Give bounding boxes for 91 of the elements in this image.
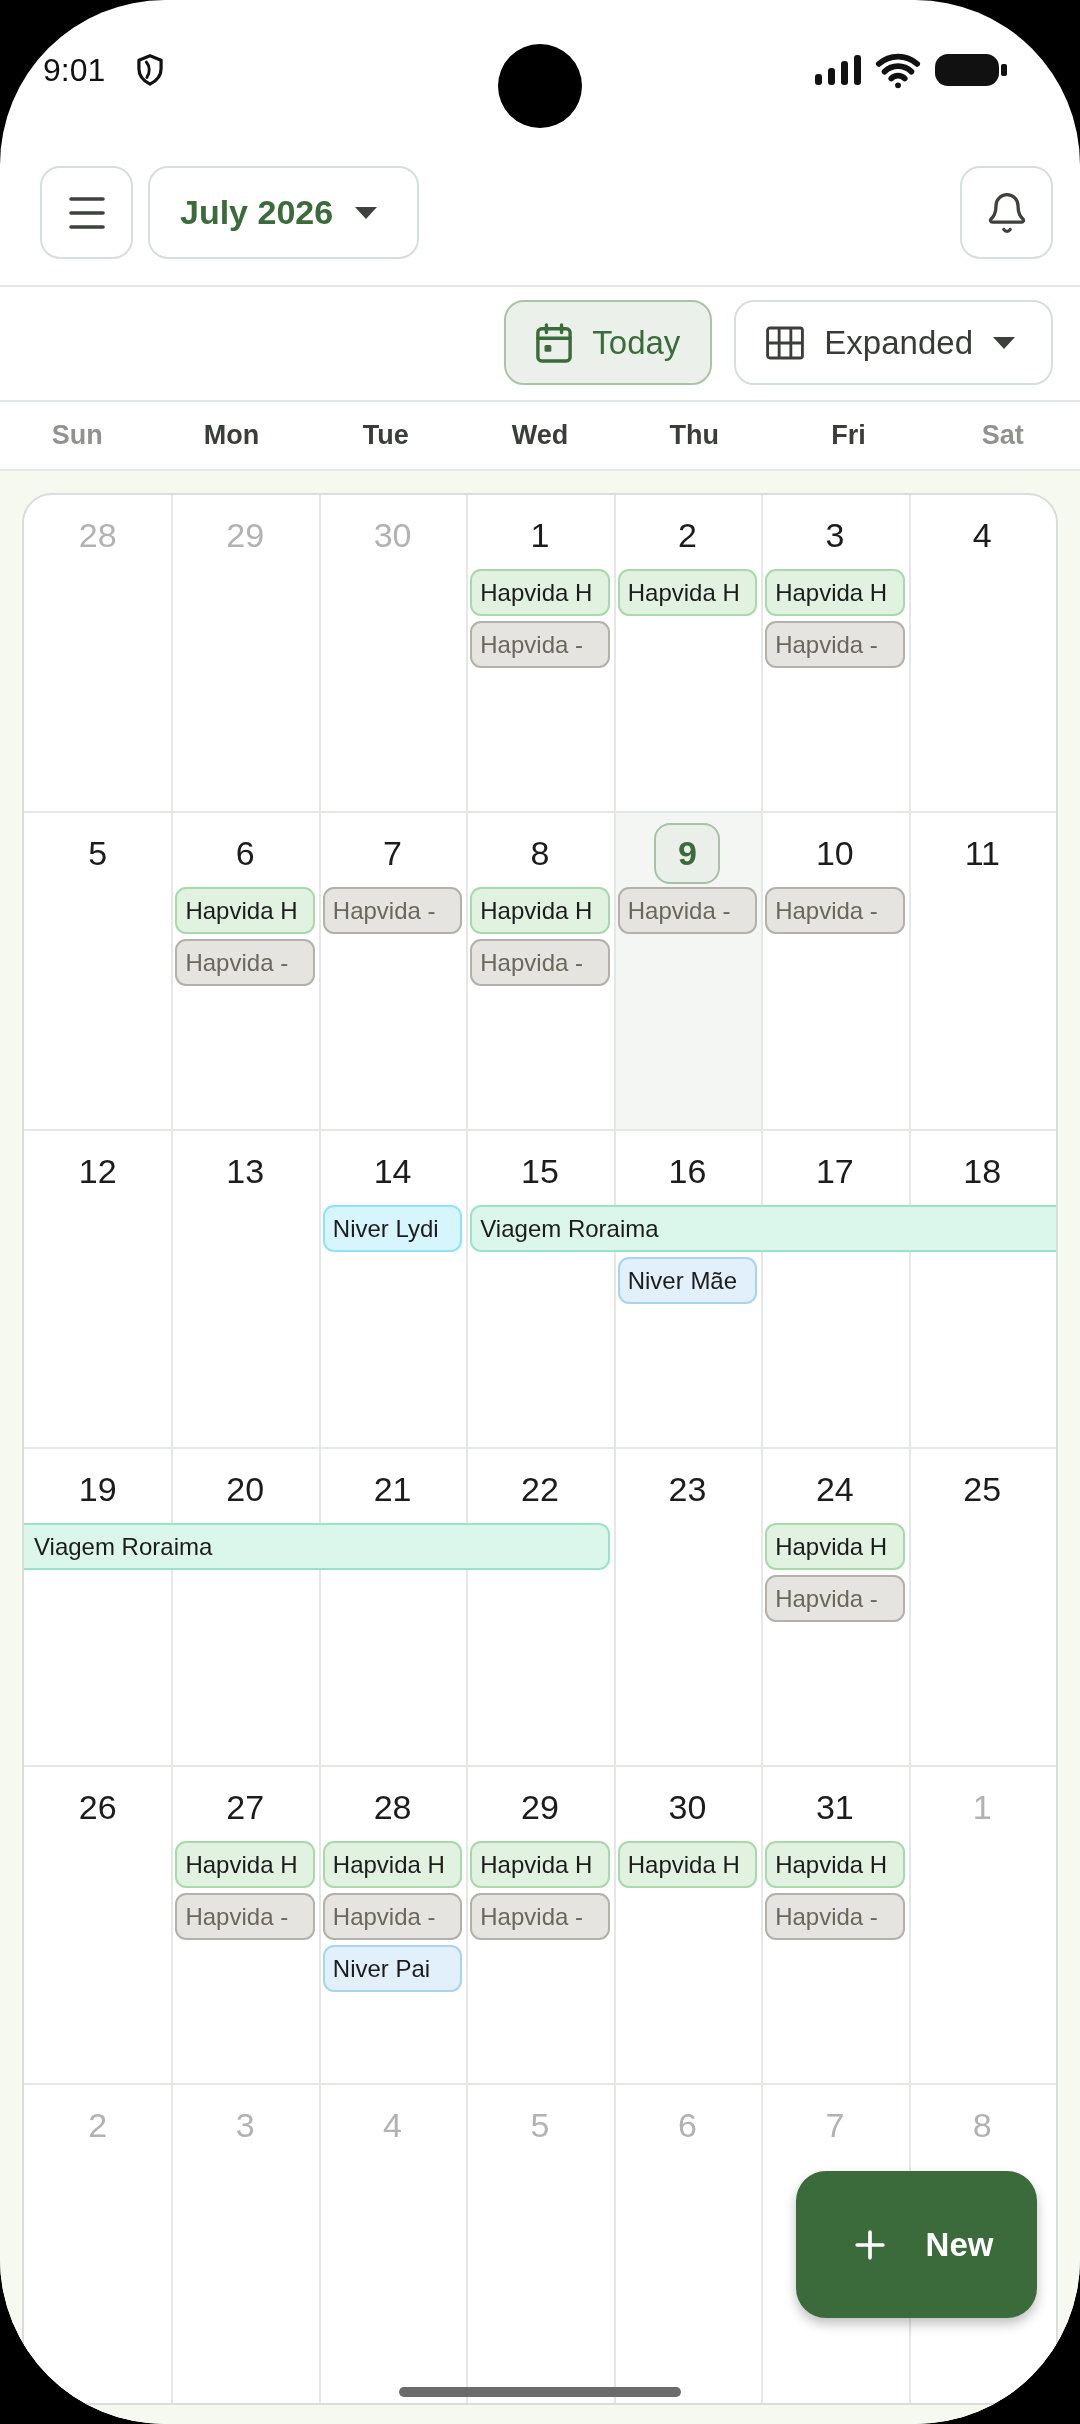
caret-icon <box>993 336 1015 349</box>
weekday-label: Thu <box>669 420 719 451</box>
caret-icon <box>355 206 378 219</box>
day-number: 2 <box>88 2106 108 2145</box>
event-chip[interactable]: Niver Mãe <box>617 1257 758 1304</box>
event-chip[interactable]: Hapvida H <box>470 569 610 616</box>
event-chip[interactable]: Hapvida - <box>765 1893 905 1940</box>
event-chip[interactable]: Niver Lydi <box>322 1205 463 1252</box>
event-chip[interactable]: Hapvida - <box>765 621 905 668</box>
weekday-label: Fri <box>831 420 866 451</box>
day-number: 11 <box>964 834 1000 873</box>
day-number: 6 <box>677 2106 697 2145</box>
day-number: 4 <box>972 516 992 555</box>
day-number: 3 <box>825 516 845 555</box>
day-number: 1 <box>972 1788 992 1827</box>
day-number: 10 <box>815 834 854 873</box>
signal-icon <box>815 55 861 85</box>
day-number: 12 <box>78 1152 117 1191</box>
day-number: 2 <box>677 516 697 555</box>
event-chip[interactable]: Hapvida H <box>322 1841 463 1888</box>
day-number: 23 <box>668 1470 707 1509</box>
day-number: 17 <box>815 1152 854 1191</box>
new-event-button[interactable]: New <box>796 2171 1037 2318</box>
day-number: 18 <box>963 1152 1002 1191</box>
event-chip[interactable]: Hapvida H <box>765 1523 905 1570</box>
day-number: 1 <box>530 516 550 555</box>
weekday-label: Mon <box>203 420 260 451</box>
event-chip[interactable]: Hapvida - <box>765 1575 905 1622</box>
day-number: 14 <box>373 1152 412 1191</box>
weekday-label: Tue <box>362 420 409 451</box>
event-chip[interactable]: Hapvida - <box>322 887 463 934</box>
event-chip[interactable]: Niver Pai <box>322 1945 463 1992</box>
view-select[interactable]: Expanded <box>734 300 1053 385</box>
event-chip[interactable]: Hapvida H <box>765 1841 905 1888</box>
event-chip[interactable]: Hapvida H <box>470 1841 610 1888</box>
day-number: 16 <box>668 1152 707 1191</box>
event-chip[interactable]: Hapvida - <box>322 1893 463 1940</box>
day-number: 27 <box>226 1788 265 1827</box>
day-number: 28 <box>373 1788 412 1827</box>
grid-icon <box>766 325 805 360</box>
month-picker-button[interactable]: July 2026 <box>148 166 420 259</box>
day-number: 24 <box>815 1470 854 1509</box>
event-chip[interactable]: Viagem Roraima <box>470 1205 1056 1252</box>
day-number: 3 <box>235 2106 255 2145</box>
event-chip[interactable]: Hapvida - <box>470 1893 610 1940</box>
day-number: 7 <box>825 2106 845 2145</box>
battery-icon <box>935 54 1007 86</box>
day-number: 30 <box>668 1788 707 1827</box>
day-number: 9 <box>654 823 721 884</box>
event-chip[interactable]: Hapvida H <box>175 1841 315 1888</box>
event-chip[interactable]: Hapvida - <box>765 887 905 934</box>
day-number: 28 <box>78 516 117 555</box>
day-number: 20 <box>226 1470 265 1509</box>
event-chip[interactable]: Viagem Roraima <box>24 1523 610 1570</box>
calendar-icon <box>536 322 573 363</box>
today-button[interactable]: Today <box>504 300 713 385</box>
day-number: 29 <box>521 1788 559 1827</box>
menu-button[interactable] <box>40 166 133 259</box>
day-number: 7 <box>383 834 402 873</box>
day-number: 31 <box>815 1788 854 1827</box>
day-number: 29 <box>226 516 265 555</box>
day-number: 30 <box>373 516 412 555</box>
day-number: 13 <box>226 1152 265 1191</box>
event-chip[interactable]: Hapvida H <box>617 569 758 616</box>
event-chip[interactable]: Hapvida - <box>470 939 610 986</box>
day-number: 19 <box>78 1470 117 1509</box>
event-chip[interactable]: Hapvida H <box>765 569 905 616</box>
event-chip[interactable]: Hapvida - <box>470 621 610 668</box>
event-chip[interactable]: Hapvida H <box>470 887 610 934</box>
day-number: 25 <box>963 1470 1002 1509</box>
day-number: 15 <box>521 1152 559 1191</box>
day-number: 22 <box>521 1470 559 1509</box>
status-time: 9:01 <box>43 51 106 89</box>
event-chip[interactable]: Hapvida - <box>175 1893 315 1940</box>
day-number: 8 <box>530 834 550 873</box>
notifications-button[interactable] <box>960 166 1053 259</box>
day-number: 26 <box>78 1788 117 1827</box>
day-number: 4 <box>383 2106 402 2145</box>
weekday-label: Sun <box>51 420 103 451</box>
day-number: 5 <box>88 834 108 873</box>
day-number: 8 <box>972 2106 992 2145</box>
weekday-label: Wed <box>511 420 569 451</box>
event-chip[interactable]: Hapvida - <box>175 939 315 986</box>
event-chip[interactable]: Hapvida H <box>617 1841 758 1888</box>
shield-icon <box>135 54 166 86</box>
event-chip[interactable]: Hapvida - <box>617 887 758 934</box>
day-number: 6 <box>235 834 255 873</box>
event-chip[interactable]: Hapvida H <box>175 887 315 934</box>
day-number: 5 <box>530 2106 550 2145</box>
weekday-label: Sat <box>981 420 1024 451</box>
day-number: 21 <box>373 1470 412 1509</box>
